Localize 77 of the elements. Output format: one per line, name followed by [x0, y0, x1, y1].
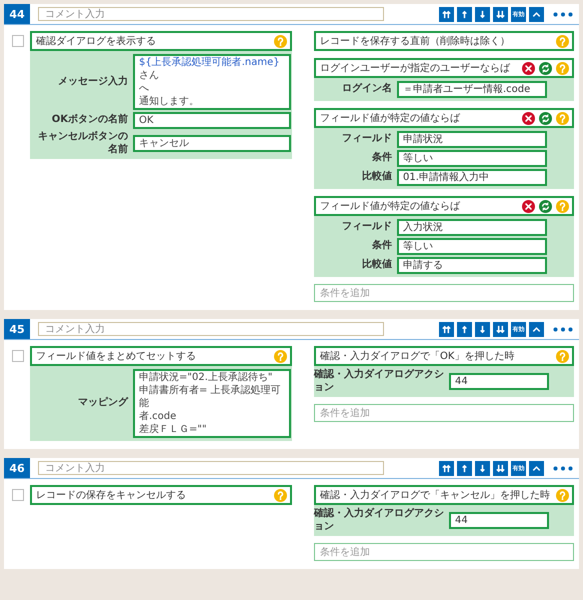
move-to-top-button[interactable] [439, 6, 454, 22]
value-field[interactable]: OK [133, 112, 291, 129]
collapse-button[interactable] [529, 6, 544, 22]
value-field[interactable]: 44 [449, 373, 549, 390]
field-label: フィールド [341, 133, 392, 146]
trigger-title: 確認・入力ダイアログで「OK」を押した時 [320, 350, 516, 363]
field-label: OKボタンの名前 [50, 114, 128, 127]
comment-field[interactable]: コメント入力 [38, 7, 384, 21]
field-label: 条件 [371, 240, 392, 253]
double-arrow-down-icon [495, 462, 506, 474]
double-arrow-down-icon [495, 324, 506, 334]
add-condition-field[interactable]: 条件を追加 [314, 543, 574, 561]
value-field[interactable]: 01.申請情報入力中 [397, 169, 547, 186]
double-arrow-down-icon [495, 8, 506, 20]
collapse-button[interactable] [529, 322, 544, 336]
move-to-bottom-button[interactable] [493, 6, 508, 22]
move-up-button[interactable] [457, 6, 472, 22]
move-down-button[interactable] [475, 6, 490, 22]
checkbox[interactable] [12, 489, 24, 501]
trigger-title: 確認・入力ダイアログで「キャンセル」を押した時 [320, 488, 551, 502]
trigger-title: ログインユーザーが指定のユーザーならば [320, 62, 512, 75]
value-field[interactable]: 44 [449, 512, 549, 529]
checkbox[interactable] [12, 35, 24, 47]
field-label: ログイン名 [341, 83, 392, 96]
more-icon [553, 326, 573, 332]
value-field[interactable]: 等しい [397, 150, 547, 167]
field-label: 比較値 [361, 171, 392, 184]
field-label: 確認・入力ダイアログアクション [314, 508, 444, 533]
move-to-bottom-button[interactable] [493, 460, 508, 476]
move-to-top-button[interactable] [439, 460, 454, 476]
value-field[interactable]: 申請状況="02.上長承認待ち" 申請書所有者= 上長承認処理可能 者.code 差戻ＦＬＧ="" [133, 369, 291, 438]
comment-field[interactable]: コメント入力 [38, 461, 384, 475]
field-label: マッピング [77, 397, 128, 410]
more-icon [553, 466, 573, 470]
add-condition-field[interactable]: 条件を追加 [314, 404, 574, 422]
refresh-icon[interactable] [539, 62, 552, 74]
collapse-button[interactable] [529, 460, 544, 476]
field-label: フィールド [341, 221, 392, 234]
trigger-title: レコードを保存する直前（削除時は除く） [320, 34, 511, 48]
add-condition-field[interactable]: 条件を追加 [314, 284, 574, 302]
value-field[interactable]: 入力状況 [397, 219, 547, 236]
rule-number: 46 [4, 458, 30, 478]
action-title: 確認ダイアログを表示する [36, 34, 157, 48]
field-label: キャンセルボタンの名前 [37, 131, 128, 156]
delete-icon[interactable] [522, 62, 535, 74]
value-field[interactable]: ${上長承認処理可能者.name} さん へ 通知します。 [133, 54, 291, 110]
checkbox[interactable] [12, 350, 24, 362]
value-field[interactable]: キャンセル [133, 135, 291, 152]
action-title: レコードの保存をキャンセルする [36, 489, 187, 502]
field-label: メッセージ入力 [57, 76, 128, 88]
refresh-icon[interactable] [539, 200, 552, 212]
double-arrow-up-icon [441, 324, 452, 334]
field-label: 条件 [371, 152, 392, 165]
action-title: フィールド値をまとめてセットする [36, 350, 197, 363]
move-up-button[interactable] [457, 460, 472, 476]
move-down-button[interactable] [475, 460, 490, 476]
move-down-button[interactable] [475, 322, 490, 336]
trigger-title: フィールド値が特定の値ならば [320, 200, 462, 213]
move-up-button[interactable] [457, 322, 472, 336]
delete-icon[interactable] [522, 112, 535, 124]
double-arrow-up-icon [441, 462, 452, 474]
trigger-title: フィールド値が特定の値ならば [320, 112, 462, 125]
move-to-top-button[interactable] [439, 322, 454, 336]
value-field[interactable]: 等しい [397, 238, 547, 255]
value-field[interactable]: ＝申請者ユーザー情報.code [397, 81, 547, 98]
rule-number: 45 [4, 319, 30, 339]
value-field[interactable]: 申請する [397, 257, 547, 274]
move-to-bottom-button[interactable] [493, 322, 508, 336]
double-arrow-up-icon [441, 8, 452, 20]
more-icon [553, 12, 573, 16]
value-field[interactable]: 申請状況 [397, 131, 547, 148]
comment-field[interactable]: コメント入力 [38, 322, 384, 336]
field-label: 確認・入力ダイアログアクション [314, 369, 444, 394]
rule-number: 44 [4, 4, 30, 24]
field-label: 比較値 [361, 259, 392, 272]
refresh-icon[interactable] [539, 112, 552, 124]
delete-icon[interactable] [522, 200, 535, 212]
